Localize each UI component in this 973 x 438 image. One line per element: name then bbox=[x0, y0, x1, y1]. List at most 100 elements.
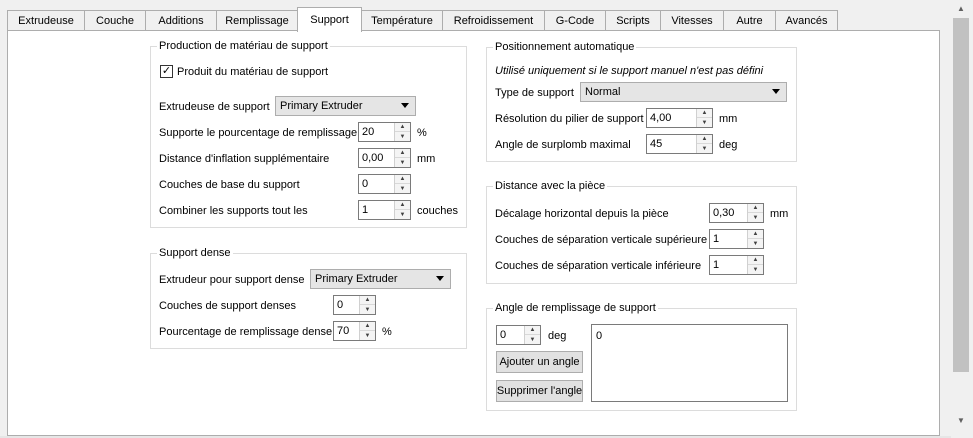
spin-down-icon[interactable]: ▼ bbox=[360, 305, 375, 314]
inflation-distance-spinner[interactable]: 0,00 ▲ ▼ bbox=[358, 148, 411, 168]
horizontal-offset-spinner[interactable]: 0,30 ▲ ▼ bbox=[709, 203, 764, 223]
inflation-distance-unit: mm bbox=[417, 153, 436, 165]
spin-up-icon[interactable]: ▲ bbox=[395, 149, 410, 158]
support-extruder-label: Extrudeuse de support bbox=[159, 101, 270, 113]
tab-couche[interactable]: Couche bbox=[84, 10, 146, 31]
spin-down-icon[interactable]: ▼ bbox=[395, 132, 410, 141]
spin-down-icon[interactable]: ▼ bbox=[395, 158, 410, 167]
spin-up-icon[interactable]: ▲ bbox=[748, 256, 763, 265]
dense-infill-label: Pourcentage de remplissage dense bbox=[159, 326, 333, 338]
horizontal-offset-unit: mm bbox=[770, 208, 789, 220]
spin-up-icon[interactable]: ▲ bbox=[748, 230, 763, 239]
top-separation-spinner[interactable]: 1 ▲ ▼ bbox=[709, 229, 764, 249]
generate-support-label: Produit du matériau de support bbox=[177, 66, 329, 78]
group-title: Angle de remplissage de support bbox=[493, 301, 658, 315]
support-type-label: Type de support bbox=[495, 87, 574, 99]
tab-support[interactable]: Support bbox=[297, 7, 362, 32]
chevron-down-icon bbox=[772, 89, 780, 94]
group-title: Positionnement automatique bbox=[493, 40, 637, 54]
check-mark-icon: ✓ bbox=[161, 65, 172, 77]
spin-down-icon[interactable]: ▼ bbox=[360, 331, 375, 340]
tab-additions[interactable]: Additions bbox=[145, 10, 217, 31]
tab-extrudeuse[interactable]: Extrudeuse bbox=[7, 10, 85, 31]
dense-infill-unit: % bbox=[382, 326, 392, 338]
pillar-resolution-label: Résolution du pilier de support bbox=[495, 113, 644, 125]
spin-up-icon[interactable]: ▲ bbox=[395, 123, 410, 132]
combo-value: Primary Extruder bbox=[280, 100, 363, 112]
bottom-separation-spinner[interactable]: 1 ▲ ▼ bbox=[709, 255, 764, 275]
support-type-select[interactable]: Normal bbox=[580, 82, 787, 102]
group-title: Distance avec la pièce bbox=[493, 179, 608, 193]
combo-value: Normal bbox=[585, 86, 621, 98]
overhang-angle-label: Angle de surplomb maximal bbox=[495, 139, 631, 151]
tab-gcode[interactable]: G-Code bbox=[544, 10, 606, 31]
combo-value: Primary Extruder bbox=[315, 273, 398, 285]
support-infill-unit: % bbox=[417, 127, 427, 139]
tab-scripts[interactable]: Scripts bbox=[605, 10, 661, 31]
base-layers-spinner[interactable]: 0 ▲ ▼ bbox=[358, 174, 411, 194]
spin-up-icon[interactable]: ▲ bbox=[395, 201, 410, 210]
scroll-up-icon[interactable]: ▲ bbox=[951, 0, 971, 17]
spin-value: 1 bbox=[362, 204, 369, 216]
inflation-distance-label: Distance d'inflation supplémentaire bbox=[159, 153, 330, 165]
spin-up-icon[interactable]: ▲ bbox=[697, 109, 712, 118]
add-angle-button[interactable]: Ajouter un angle bbox=[496, 351, 583, 373]
spin-up-icon[interactable]: ▲ bbox=[360, 296, 375, 305]
tab-remplissage[interactable]: Remplissage bbox=[216, 10, 298, 31]
dense-layers-spinner[interactable]: 0 ▲ ▼ bbox=[333, 295, 376, 315]
group-title: Support dense bbox=[157, 246, 233, 260]
overhang-angle-spinner[interactable]: 45 ▲ ▼ bbox=[646, 134, 713, 154]
support-extruder-select[interactable]: Primary Extruder bbox=[275, 96, 416, 116]
tab-autre[interactable]: Autre bbox=[723, 10, 776, 31]
spin-up-icon[interactable]: ▲ bbox=[697, 135, 712, 144]
angle-spinner[interactable]: 0 ▲ ▼ bbox=[496, 325, 541, 345]
spin-value: 70 bbox=[337, 325, 350, 337]
combine-supports-spinner[interactable]: 1 ▲ ▼ bbox=[358, 200, 411, 220]
combine-supports-unit: couches bbox=[417, 205, 458, 217]
spin-value: 0 bbox=[500, 329, 507, 341]
support-infill-label: Supporte le pourcentage de remplissage bbox=[159, 127, 358, 139]
generate-support-checkbox[interactable]: ✓ bbox=[160, 65, 173, 78]
pillar-resolution-spinner[interactable]: 4,00 ▲ ▼ bbox=[646, 108, 713, 128]
tab-avances[interactable]: Avancés bbox=[775, 10, 838, 31]
spin-down-icon[interactable]: ▼ bbox=[395, 210, 410, 219]
scroll-down-icon[interactable]: ▼ bbox=[951, 412, 971, 429]
spin-up-icon[interactable]: ▲ bbox=[748, 204, 763, 213]
chevron-down-icon bbox=[401, 103, 409, 108]
dense-infill-spinner[interactable]: 70 ▲ ▼ bbox=[333, 321, 376, 341]
dense-extruder-label: Extrudeur pour support dense bbox=[159, 274, 305, 286]
spin-down-icon[interactable]: ▼ bbox=[395, 184, 410, 193]
spin-down-icon[interactable]: ▼ bbox=[748, 239, 763, 248]
tab-refroidissement[interactable]: Refroidissement bbox=[442, 10, 545, 31]
tab-content-panel bbox=[7, 30, 940, 436]
spin-down-icon[interactable]: ▼ bbox=[697, 118, 712, 127]
angle-unit: deg bbox=[548, 330, 567, 342]
spin-value: 4,00 bbox=[650, 112, 672, 124]
horizontal-offset-label: Décalage horizontal depuis la pièce bbox=[495, 208, 669, 220]
tab-vitesses[interactable]: Vitesses bbox=[660, 10, 724, 31]
pillar-resolution-unit: mm bbox=[719, 113, 738, 125]
spin-value: 0 bbox=[362, 178, 369, 190]
support-infill-spinner[interactable]: 20 ▲ ▼ bbox=[358, 122, 411, 142]
scrollbar-thumb[interactable] bbox=[953, 18, 969, 372]
spin-down-icon[interactable]: ▼ bbox=[748, 213, 763, 222]
spin-up-icon[interactable]: ▲ bbox=[525, 326, 540, 335]
spin-down-icon[interactable]: ▼ bbox=[748, 265, 763, 274]
list-item[interactable]: 0 bbox=[596, 330, 602, 342]
spin-up-icon[interactable]: ▲ bbox=[395, 175, 410, 184]
chevron-down-icon bbox=[436, 276, 444, 281]
angle-list[interactable]: 0 bbox=[591, 324, 788, 402]
combine-supports-label: Combiner les supports tout les bbox=[159, 205, 308, 217]
spin-up-icon[interactable]: ▲ bbox=[360, 322, 375, 331]
top-separation-label: Couches de séparation verticale supérieu… bbox=[495, 234, 708, 246]
vertical-scrollbar[interactable]: ▲ ▼ bbox=[951, 0, 971, 438]
spin-value: 20 bbox=[362, 126, 375, 138]
auto-placement-note: Utilisé uniquement si le support manuel … bbox=[495, 65, 764, 77]
remove-angle-button[interactable]: Supprimer l'angle bbox=[496, 380, 583, 402]
bottom-separation-label: Couches de séparation verticale inférieu… bbox=[495, 260, 702, 272]
spin-down-icon[interactable]: ▼ bbox=[697, 144, 712, 153]
dense-extruder-select[interactable]: Primary Extruder bbox=[310, 269, 451, 289]
spin-value: 0,00 bbox=[362, 152, 384, 164]
spin-down-icon[interactable]: ▼ bbox=[525, 335, 540, 344]
tab-temperature[interactable]: Température bbox=[361, 10, 443, 31]
